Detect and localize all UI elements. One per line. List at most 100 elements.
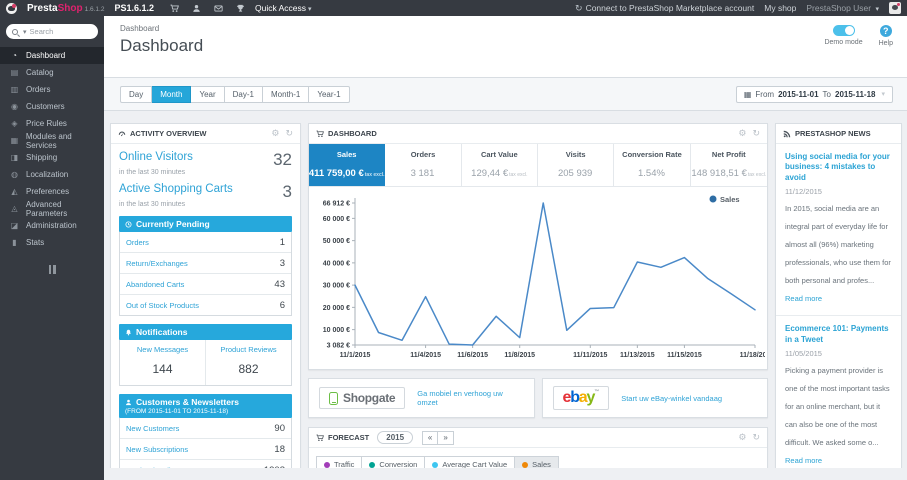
pill-label: Conversion [379,460,418,468]
search-input[interactable] [29,27,92,36]
ebay-link[interactable]: Start uw eBay-winkel vandaag [621,394,722,403]
read-more-link[interactable]: Read more [785,456,822,465]
sidebar-item-preferences[interactable]: ◭ Preferences [0,183,104,200]
product-reviews-cell[interactable]: Product Reviews 882 [205,340,291,385]
date-range-picker[interactable]: ▦ From 2015-11-01 To 2015-11-18 ▾ [735,85,893,103]
metric-tab-net-profit[interactable]: Net Profit 148 918,51 €tax excl. [690,144,767,186]
svg-text:40 000 €: 40 000 € [323,260,350,267]
sidebar-item-label: Preferences [26,187,70,196]
sidebar-item-orders[interactable]: ▥ Orders [0,81,104,98]
activity-panel-title: ACTIVITY OVERVIEW [130,129,207,138]
ebay-letter: b [570,389,580,406]
sidebar-item-label: Price Rules [26,119,67,128]
sidebar-item-administration[interactable]: ◪ Administration [0,217,104,234]
customers-shortcut-button[interactable] [192,4,201,13]
news-item-excerpt: In 2015, social media are an integral pa… [785,204,891,286]
svg-text:66 912 €: 66 912 € [323,201,350,208]
sidebar-search: ▾ [6,24,98,39]
sidebar-item-localization[interactable]: ◍ Localization [0,166,104,183]
help-button[interactable]: ? [879,25,892,37]
table-row: New Customers 90 [120,418,291,438]
section-title: Notifications [136,327,188,337]
new-subscriptions-link[interactable]: New Subscriptions [126,445,188,454]
new-messages-cell[interactable]: New Messages 144 [120,340,205,385]
forecast-prev-button[interactable]: « [422,430,439,445]
marketplace-connect-link[interactable]: ↻ Connect to PrestaShop Marketplace accou… [575,3,754,14]
abandoned-carts-link[interactable]: Abandoned Carts [126,280,184,289]
sidebar: ▾ ◔ Dashboard ▤ Catalog ▥ Orders ◉ Customers… [0,16,104,480]
news-item-title-link[interactable]: Using social media for your business: 4 … [785,152,892,183]
person-icon [192,4,201,13]
panel-settings-gear-icon[interactable]: ⚙ [271,129,279,138]
range-month-1-button[interactable]: Month-1 [262,85,310,103]
metric-tab-visits[interactable]: Visits 205 939 [537,144,615,186]
forecast-toggle-sales[interactable]: Sales [514,456,559,468]
book-icon: ▤ [10,68,19,77]
admin-icon: ◪ [10,221,19,230]
new-customers-link[interactable]: New Customers [126,424,179,433]
metric-value: 205 939 [557,168,593,179]
metric-suffix: tax excl. [509,172,528,178]
forecast-toggle-average-cart-value[interactable]: Average Cart Value [424,456,516,468]
range-day-button[interactable]: Day [120,85,153,103]
user-menu[interactable]: PrestaShop User ▾ [806,3,879,13]
read-more-link[interactable]: Read more [785,294,822,303]
cart-icon [316,434,324,442]
sidebar-item-customers[interactable]: ◉ Customers [0,98,104,115]
online-visitors-link[interactable]: Online Visitors [119,151,193,163]
news-item-title-link[interactable]: Ecommerce 101: Payments in a Tweet [785,324,892,345]
metric-tab-orders[interactable]: Orders 3 181 [385,144,462,186]
calendar-icon: ▦ [743,89,752,99]
sidebar-item-stats[interactable]: ▮ Stats [0,234,104,251]
pending-returns-link[interactable]: Return/Exchanges [126,259,188,268]
my-shop-link[interactable]: My shop [764,3,796,13]
marketplace-connect-label: Connect to PrestaShop Marketplace accoun… [585,3,755,13]
sync-icon: ↻ [575,2,583,13]
sidebar-item-catalog[interactable]: ▤ Catalog [0,64,104,81]
badges-shortcut-button[interactable] [236,4,245,13]
panel-settings-gear-icon[interactable]: ⚙ [738,433,746,442]
range-month-button[interactable]: Month [152,85,192,103]
metric-tab-sales[interactable]: Sales 411 759,00 €tax excl. [309,144,386,186]
notif-label: New Messages [136,345,189,354]
range-day-1-button[interactable]: Day-1 [224,85,263,103]
sidebar-collapse-button[interactable] [0,265,104,274]
sidebar-item-price-rules[interactable]: ◈ Price Rules [0,115,104,132]
forecast-toggle-conversion[interactable]: Conversion [361,456,426,468]
range-year-button[interactable]: Year [191,85,225,103]
trophy-icon [236,4,245,13]
range-year-1-button[interactable]: Year-1 [309,85,350,103]
cart-shortcut-button[interactable] [170,4,179,13]
search-scope-caret-icon[interactable]: ▾ [23,28,27,36]
person-icon [125,399,132,406]
shopgate-link[interactable]: Ga mobiel en verhoog uw omzet [417,389,523,407]
panel-refresh-icon[interactable]: ↻ [752,433,760,442]
panel-refresh-icon[interactable]: ↻ [752,129,760,138]
breadcrumb[interactable]: Dashboard [120,24,895,33]
total-subscribers-link[interactable]: Total Subscribers [126,466,184,469]
news-panel-title: PRESTASHOP NEWS [795,129,871,138]
quick-access-menu[interactable]: Quick Access ▾ [255,3,312,13]
sidebar-item-modules[interactable]: ▦ Modules and Services [0,132,104,150]
active-carts-link[interactable]: Active Shopping Carts [119,183,233,195]
demo-mode-toggle[interactable] [832,25,855,36]
panel-settings-gear-icon[interactable]: ⚙ [738,129,746,138]
brand[interactable]: PrestaShop 1.6.1.2 [27,3,104,14]
sidebar-item-dashboard[interactable]: ◔ Dashboard [0,47,104,64]
cart-icon [170,4,179,13]
metric-label: Orders [410,150,436,159]
forecast-next-button[interactable]: » [438,430,455,445]
sidebar-item-shipping[interactable]: ◨ Shipping [0,149,104,166]
sidebar-item-advanced-parameters[interactable]: ◬ Advanced Parameters [0,200,104,218]
metric-tab-conversion-rate[interactable]: Conversion Rate 1.54% [614,144,691,186]
out-of-stock-link[interactable]: Out of Stock Products [126,301,199,310]
svg-text:20 000 €: 20 000 € [323,305,350,312]
pending-orders-link[interactable]: Orders [126,238,149,247]
panel-refresh-icon[interactable]: ↻ [285,129,293,138]
user-avatar[interactable] [889,2,901,14]
forecast-toggle-traffic[interactable]: Traffic [316,456,363,468]
messages-shortcut-button[interactable] [214,4,223,13]
metric-tab-cart-value[interactable]: Cart Value 129,44 €tax excl. [461,144,538,186]
trademark-symbol: ™ [594,389,600,395]
metric-label: Cart Value [480,150,518,159]
